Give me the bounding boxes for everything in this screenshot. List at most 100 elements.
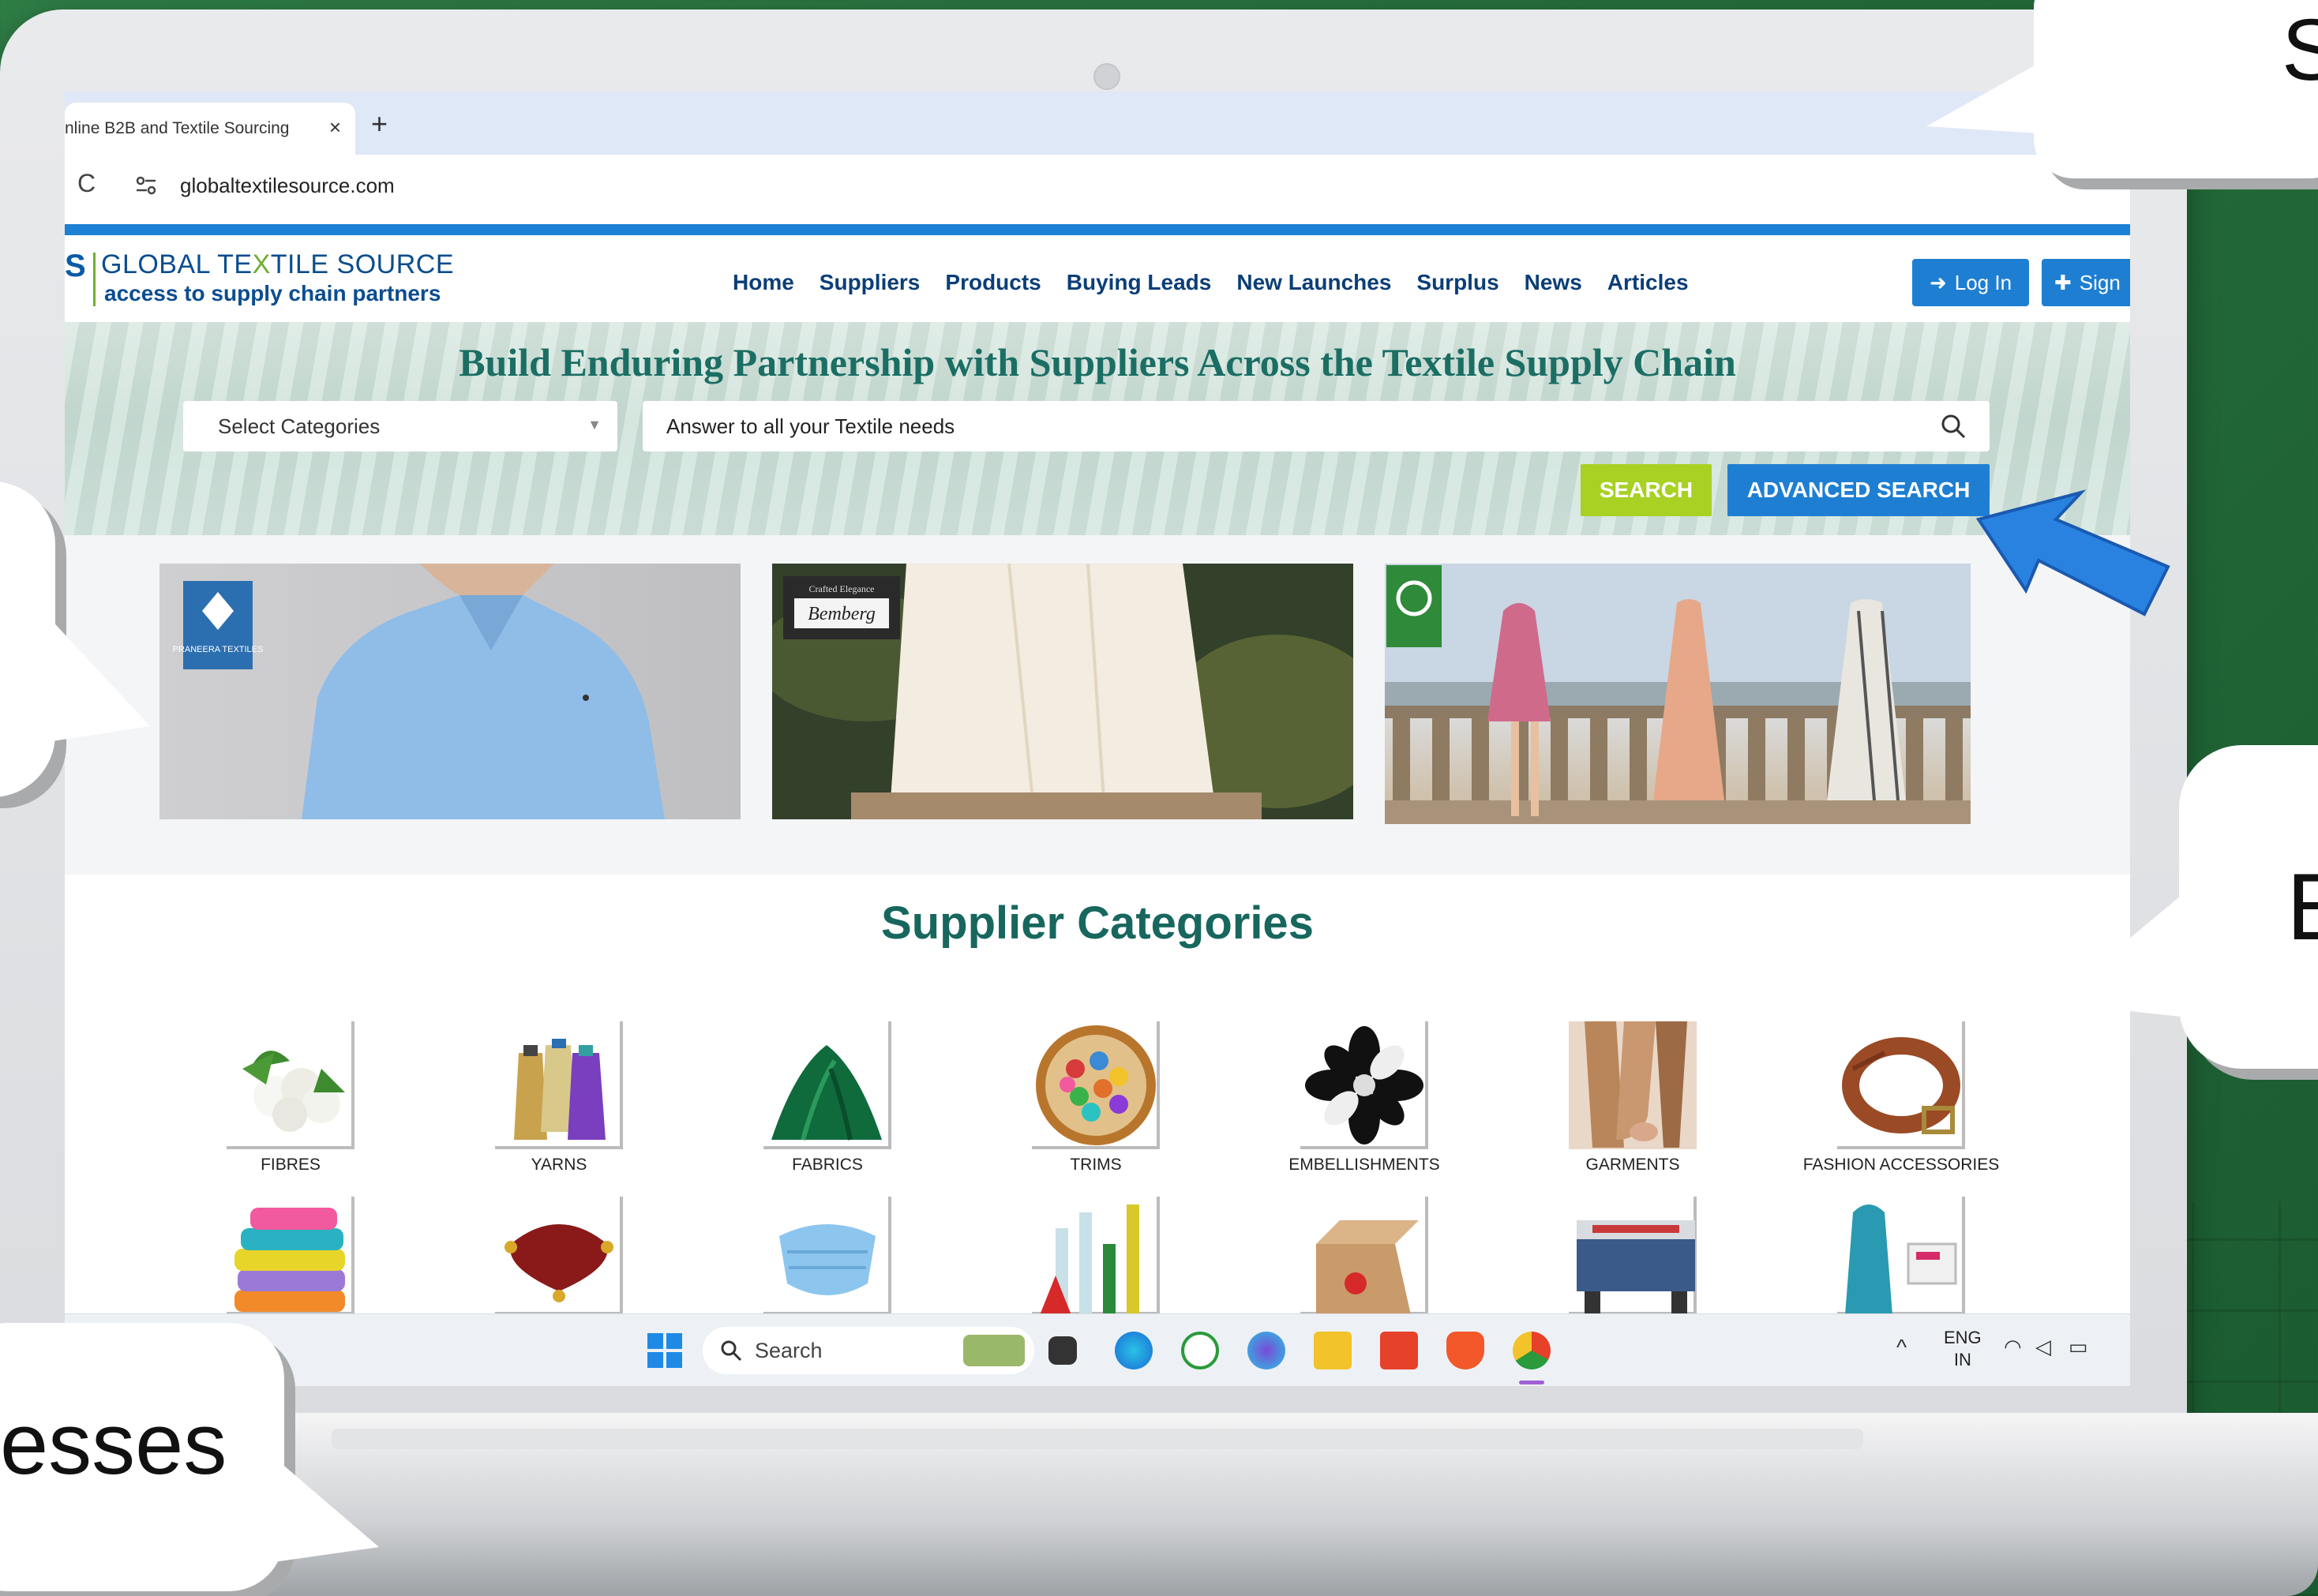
callout-text-right: E	[2286, 852, 2318, 961]
keyboard-groove	[332, 1429, 1863, 1449]
chevron-down-icon: ▼	[587, 417, 602, 433]
login-button[interactable]: ➜ Log In	[1912, 259, 2029, 306]
new-tab-icon[interactable]: +	[371, 107, 388, 140]
mannequin-sewing-icon	[1845, 1204, 1957, 1315]
chrome-icon[interactable]	[1513, 1332, 1551, 1369]
site-header: S GLOBAL TEXTILE SOURCE access to supply…	[65, 235, 2130, 322]
nav-articles[interactable]: Articles	[1607, 270, 1689, 295]
search-icon	[721, 1340, 742, 1362]
category-fibres[interactable]: FIBRES	[172, 1021, 409, 1175]
categories-title: Supplier Categories	[881, 897, 1314, 949]
draped-garment-icon	[1569, 1021, 1697, 1149]
nav-buying-leads[interactable]: Buying Leads	[1067, 270, 1212, 295]
category-medical-textiles[interactable]	[709, 1197, 946, 1315]
category-label: GARMENTS	[1585, 1156, 1680, 1174]
category-yarns[interactable]: YARNS	[441, 1021, 677, 1175]
callout-text-top-right: S	[2282, 2, 2318, 99]
callout-tail-left	[47, 616, 150, 742]
browser-tab[interactable]: nline B2B and Textile Sourcing ×	[65, 103, 355, 155]
windows-start-icon[interactable]	[647, 1333, 682, 1368]
fibres-thumbnail	[227, 1021, 354, 1149]
callout-text-bottom-left: esses	[0, 1396, 227, 1493]
logo-title-part: TILE SOURCE	[270, 249, 454, 279]
search-highlight-icon	[963, 1335, 1025, 1366]
nav-new-launches[interactable]: New Launches	[1236, 270, 1391, 295]
logo-title[interactable]: GLOBAL TEXTILE SOURCE	[101, 249, 454, 280]
category-packaging[interactable]	[1246, 1197, 1483, 1315]
search-icon[interactable]	[1939, 412, 1967, 440]
search-input[interactable]: Answer to all your Textile needs	[643, 401, 1990, 451]
signup-button[interactable]: ✚ Sign	[2042, 259, 2130, 306]
callout-bubble-top-right	[2034, 0, 2318, 178]
logo-subtitle: access to supply chain partners	[104, 281, 441, 305]
towels-thumbnail	[227, 1197, 354, 1315]
chevron-up-icon[interactable]: ^	[1896, 1335, 1907, 1360]
taskbar-search-label: Search	[755, 1338, 823, 1362]
trims-thumbnail	[1032, 1021, 1160, 1149]
logo-mark[interactable]: S	[65, 250, 86, 282]
canva-icon[interactable]	[1247, 1332, 1285, 1369]
reload-icon[interactable]: C	[77, 169, 96, 198]
nav-home[interactable]: Home	[733, 270, 794, 295]
category-trims[interactable]: TRIMS	[977, 1021, 1214, 1175]
machinery-thumbnail	[1569, 1197, 1697, 1315]
towel-stack-icon	[234, 1208, 345, 1312]
category-label: TRIMS	[1070, 1156, 1122, 1174]
buttons-bowl-icon	[1036, 1025, 1156, 1145]
category-fabrics[interactable]: FABRICS	[709, 1021, 946, 1175]
tab-title: nline B2B and Textile Sourcing	[65, 119, 290, 137]
bemberg-image: Crafted Elegance Bemberg	[772, 564, 1353, 819]
yarns-thumbnail	[495, 1021, 623, 1149]
banner-bemberg[interactable]: Crafted Elegance Bemberg	[772, 564, 1353, 819]
category-chemicals[interactable]	[977, 1197, 1214, 1315]
volume-icon[interactable]: ◁	[2035, 1335, 2051, 1359]
banner-fashion-models[interactable]	[1385, 564, 1971, 824]
medical-thumbnail	[763, 1197, 891, 1315]
edge-icon[interactable]	[1115, 1332, 1153, 1369]
search-button[interactable]: SEARCH	[1581, 464, 1712, 516]
face-mask-icon	[779, 1224, 876, 1295]
whatsapp-icon[interactable]	[1181, 1332, 1219, 1369]
battery-icon[interactable]: ▭	[2069, 1335, 2088, 1359]
lang-label: ENG	[1944, 1328, 1982, 1347]
category-machinery[interactable]	[1514, 1197, 1751, 1315]
wifi-icon[interactable]: ◠	[2004, 1335, 2022, 1359]
signup-label: Sign	[2079, 270, 2121, 294]
category-embellishments[interactable]: EMBELLISHMENTS	[1246, 1021, 1483, 1175]
yarn-cones-icon	[514, 1039, 606, 1140]
url-field[interactable]: globaltextilesource.com	[180, 174, 395, 198]
category-fashion-accessories[interactable]: FASHION ACCESSORIES	[1783, 1021, 2020, 1175]
category-tailoring[interactable]	[1783, 1197, 2020, 1315]
knitting-machine-icon	[1577, 1220, 1695, 1315]
nav-surplus[interactable]: Surplus	[1416, 270, 1498, 295]
laptop-frame: nline B2B and Textile Sourcing × + C glo…	[0, 9, 2187, 1501]
category-garments[interactable]: GARMENTS	[1514, 1021, 1751, 1175]
banner-polo-shirt[interactable]: PRANEERA TEXTILES	[159, 564, 741, 819]
nav-suppliers[interactable]: Suppliers	[820, 270, 921, 295]
banner1-logo-text: PRANEERA TEXTILES	[173, 645, 264, 654]
banner-strip: PRANEERA TEXTILES Crafted Elegance Bembe…	[65, 535, 2130, 875]
tailoring-thumbnail	[1837, 1197, 1965, 1315]
login-icon: ➜	[1929, 270, 1947, 294]
hero-section: Build Enduring Partnership with Supplier…	[65, 322, 2130, 535]
task-view-icon[interactable]	[1048, 1336, 1077, 1365]
category-home-textiles[interactable]	[441, 1197, 677, 1315]
taskbar-search[interactable]: Search	[703, 1327, 1034, 1374]
site-info-icon[interactable]	[134, 174, 158, 197]
category-towels[interactable]	[172, 1197, 409, 1315]
nav-news[interactable]: News	[1525, 270, 1582, 295]
logo-title-x: X	[252, 249, 271, 279]
site-top-stripe	[65, 224, 2130, 235]
nav-products[interactable]: Products	[945, 270, 1041, 295]
banner2-logo-top: Crafted Elegance	[809, 583, 875, 594]
file-explorer-icon[interactable]	[1314, 1332, 1352, 1369]
advanced-search-button[interactable]: ADVANCED SEARCH	[1727, 464, 1990, 516]
language-indicator[interactable]: ENG IN	[1944, 1327, 1982, 1371]
home-textiles-thumbnail	[495, 1197, 623, 1315]
category-label: FIBRES	[261, 1156, 321, 1174]
brave-icon[interactable]	[1446, 1332, 1484, 1369]
anydesk-icon[interactable]	[1380, 1332, 1418, 1369]
tab-close-icon[interactable]: ×	[329, 115, 341, 140]
category-select[interactable]: Select Categories ▼	[183, 401, 617, 451]
hero-title: Build Enduring Partnership with Supplier…	[459, 340, 1736, 384]
